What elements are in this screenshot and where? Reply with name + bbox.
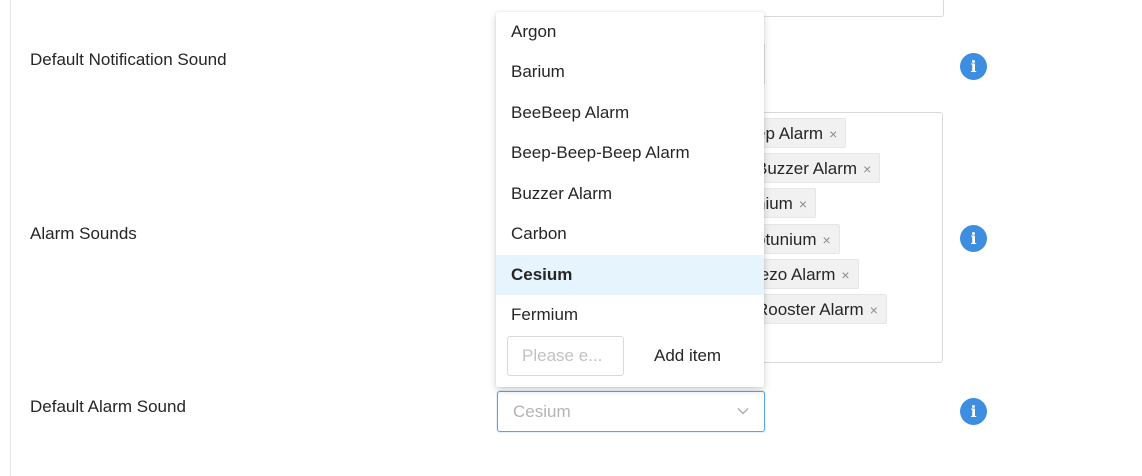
panel-left-border bbox=[10, 0, 11, 476]
dropdown-option[interactable]: Buzzer Alarm bbox=[496, 174, 764, 214]
alarm-tag: Buzzer Alarm × bbox=[745, 153, 881, 183]
tag-label: Buzzer Alarm bbox=[756, 159, 858, 178]
alarm-sounds-info-icon[interactable]: i bbox=[960, 225, 987, 252]
selected-value: Cesium bbox=[513, 402, 571, 421]
notification-sound-info-icon[interactable]: i bbox=[960, 53, 987, 80]
remove-tag-icon[interactable]: × bbox=[822, 232, 830, 248]
default-alarm-sound-select[interactable]: Cesium bbox=[497, 391, 765, 432]
new-item-input[interactable] bbox=[507, 336, 624, 376]
chevron-down-icon bbox=[737, 408, 749, 415]
dropdown-option[interactable]: Beep-Beep-Beep Alarm bbox=[496, 133, 764, 173]
default-alarm-sound-info-icon[interactable]: i bbox=[960, 398, 987, 425]
dropdown-option[interactable]: Argon bbox=[496, 12, 764, 52]
dropdown-option[interactable]: Barium bbox=[496, 52, 764, 92]
remove-tag-icon[interactable]: × bbox=[841, 267, 849, 283]
tag-label: ep Alarm bbox=[756, 124, 824, 143]
dropdown-option-active[interactable]: Cesium bbox=[496, 255, 764, 295]
remove-tag-icon[interactable]: × bbox=[870, 302, 878, 318]
tag-label: iezo Alarm bbox=[756, 265, 836, 284]
dropdown-option[interactable]: Fermium bbox=[496, 295, 764, 335]
default-alarm-sound-label: Default Alarm Sound bbox=[30, 397, 186, 416]
tag-label: otunium bbox=[756, 230, 817, 249]
settings-page: Default Notification Sound i Alarm Sound… bbox=[0, 0, 1142, 476]
dropdown-option[interactable]: Carbon bbox=[496, 214, 764, 254]
remove-tag-icon[interactable]: × bbox=[829, 126, 837, 142]
alarm-sounds-label: Alarm Sounds bbox=[30, 224, 137, 243]
remove-tag-icon[interactable]: × bbox=[799, 196, 807, 212]
alarm-sound-dropdown: Argon Barium BeeBeep Alarm Beep-Beep-Bee… bbox=[496, 12, 764, 387]
add-item-button[interactable]: Add item bbox=[646, 336, 729, 376]
alarm-tag: Rooster Alarm × bbox=[745, 294, 887, 324]
tag-label: Rooster Alarm bbox=[756, 300, 864, 319]
notification-sound-label: Default Notification Sound bbox=[30, 50, 227, 69]
dropdown-option[interactable]: BeeBeep Alarm bbox=[496, 93, 764, 133]
remove-tag-icon[interactable]: × bbox=[863, 161, 871, 177]
